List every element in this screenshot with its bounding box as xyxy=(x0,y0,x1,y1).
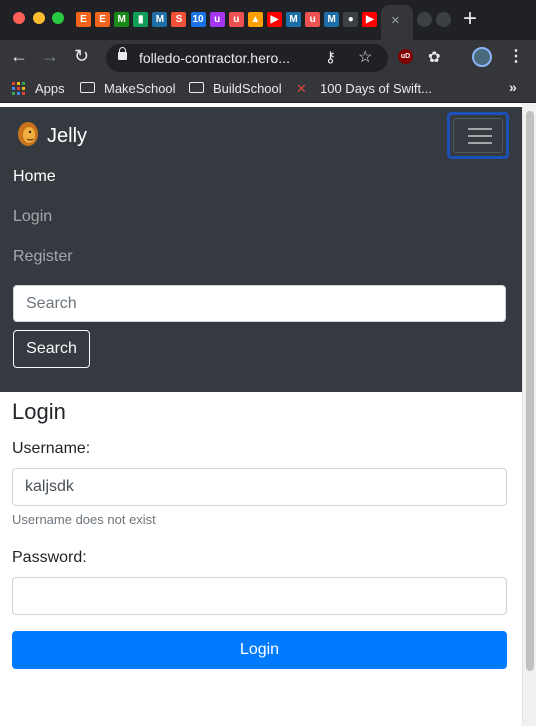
url-text[interactable]: folledo-contractor.hero... xyxy=(139,50,290,66)
browser-menu-icon[interactable]: ⋮ xyxy=(508,46,524,66)
brand-name[interactable]: Jelly xyxy=(47,125,87,148)
active-tab[interactable]: × xyxy=(381,5,413,40)
new-tab-button[interactable]: + xyxy=(463,7,477,31)
key-icon[interactable]: ⚷ xyxy=(325,48,336,66)
swift-icon: ✕ xyxy=(296,81,307,96)
extension-icon[interactable]: ✿ xyxy=(428,48,441,66)
close-window-button[interactable] xyxy=(13,12,25,24)
back-arrow-icon[interactable]: ← xyxy=(10,46,28,67)
github-icon[interactable] xyxy=(417,12,432,27)
site-navbar: Jelly Home Login Register Search xyxy=(0,107,522,392)
search-button[interactable]: Search xyxy=(13,330,90,368)
login-form: Login Username: Username does not exist … xyxy=(0,392,522,726)
udemy-icon[interactable]: u xyxy=(305,12,321,27)
bookmark-star-icon[interactable]: ☆ xyxy=(358,47,372,67)
password-label: Password: xyxy=(12,549,87,566)
ublock-extension-icon[interactable]: uD xyxy=(398,49,413,64)
reload-icon[interactable]: ↻ xyxy=(74,46,89,67)
firebase-icon[interactable]: ▲ xyxy=(247,12,263,27)
address-bar[interactable]: folledo-contractor.hero... ⚷ ☆ xyxy=(106,44,388,72)
folder-icon xyxy=(189,82,204,93)
password-field[interactable] xyxy=(12,577,507,615)
github-icon[interactable]: ● xyxy=(343,12,359,27)
medium-icon[interactable]: M xyxy=(152,12,168,27)
hamburger-icon xyxy=(453,118,503,153)
bookmark-apps[interactable]: Apps xyxy=(35,81,65,96)
etsy-icon[interactable]: E xyxy=(95,12,111,27)
apps-grid-icon[interactable] xyxy=(12,82,25,95)
tab-favicons: E E M ▮ M S 10 u u ▲ ▶ Mu M ● ▶ xyxy=(76,12,382,27)
nav-link-home[interactable]: Home xyxy=(13,168,56,186)
scrollbar-thumb[interactable] xyxy=(526,111,534,671)
search-input[interactable] xyxy=(13,285,506,322)
youtube-icon[interactable]: ▶ xyxy=(362,12,378,27)
navbar-toggler-button[interactable] xyxy=(447,112,509,159)
forward-arrow-icon[interactable]: → xyxy=(41,46,59,67)
medium-icon[interactable]: M xyxy=(114,12,130,27)
login-button[interactable]: Login xyxy=(12,631,507,669)
bookmark-buildschool[interactable]: BuildSchool xyxy=(213,81,282,96)
youtube-icon[interactable]: ▶ xyxy=(266,12,282,27)
username-label: Username: xyxy=(12,440,91,457)
bookmark-makeschool[interactable]: MakeSchool xyxy=(104,81,176,96)
nav-link-register[interactable]: Register xyxy=(13,248,73,266)
udemy-icon[interactable]: u xyxy=(209,12,225,27)
maximize-window-button[interactable] xyxy=(52,12,64,24)
tab-strip: E E M ▮ M S 10 u u ▲ ▶ Mu M ● ▶ × + xyxy=(0,0,536,40)
folder-icon xyxy=(80,82,95,93)
bookmarks-overflow-button[interactable]: » xyxy=(509,79,517,95)
udemy-icon[interactable]: u xyxy=(228,12,244,27)
page-title: Login xyxy=(12,399,66,424)
profile-avatar[interactable] xyxy=(472,47,492,67)
medium-icon[interactable]: M xyxy=(324,12,340,27)
github-icon[interactable] xyxy=(436,12,451,27)
nav-link-login[interactable]: Login xyxy=(13,208,52,226)
username-error-text: Username does not exist xyxy=(12,512,156,527)
lock-icon[interactable] xyxy=(118,47,127,60)
medium-icon[interactable]: M xyxy=(286,12,302,27)
browser-toolbar: ← → ↻ folledo-contractor.hero... ⚷ ☆ xyxy=(0,40,536,75)
bookmark-100-days-of-swift[interactable]: 100 Days of Swift... xyxy=(320,81,432,96)
chart-icon[interactable]: ▮ xyxy=(133,12,149,27)
page-scrollbar[interactable] xyxy=(522,103,536,726)
username-field[interactable] xyxy=(12,468,507,506)
swift-icon[interactable]: S xyxy=(171,12,187,27)
etsy-icon[interactable]: E xyxy=(76,12,91,27)
minimize-window-button[interactable] xyxy=(33,12,45,24)
tab-close-icon[interactable]: × xyxy=(391,12,400,29)
lion-logo-icon[interactable] xyxy=(17,121,39,147)
calendar-icon[interactable]: 10 xyxy=(190,12,206,27)
